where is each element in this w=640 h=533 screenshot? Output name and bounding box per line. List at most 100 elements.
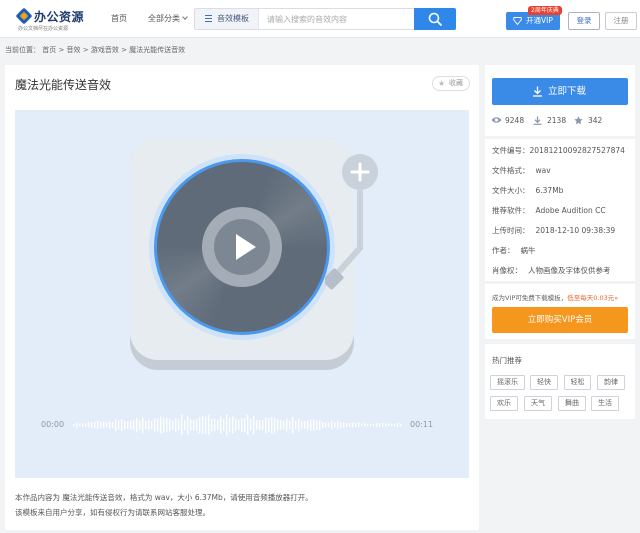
- search-button[interactable]: [414, 8, 456, 30]
- waveform-bar: [256, 420, 258, 430]
- waveform-bar: [100, 422, 102, 428]
- info-value: 2018-12-10 09:38:39: [535, 226, 616, 235]
- search-input[interactable]: [261, 9, 411, 29]
- login-button[interactable]: 登录: [568, 12, 600, 30]
- waveform-bar: [229, 417, 231, 433]
- waveform-bar: [367, 423, 369, 427]
- favorite-label: 收藏: [449, 79, 463, 87]
- vip-price-link[interactable]: 低至每天0.03元»: [567, 294, 618, 302]
- waveform-bar: [112, 422, 114, 428]
- waveform-bar: [190, 419, 192, 431]
- site-header: 办公资源 办公文档尽在办公资源 首页 全部分类 音效模板 开通VIP 2周年庆典…: [0, 0, 640, 38]
- star-icon: [574, 116, 583, 125]
- info-value: 人物画像及字体仅供参考: [528, 266, 611, 275]
- waveform-bar: [346, 423, 348, 427]
- waveform-bar: [325, 422, 327, 428]
- waveform-bar: [349, 423, 351, 427]
- waveform-bar: [163, 417, 165, 433]
- tag-link[interactable]: 生活: [591, 396, 619, 411]
- waveform-bar: [148, 419, 150, 431]
- waveform-bar: [208, 415, 210, 435]
- tag-link[interactable]: 欢乐: [490, 396, 518, 411]
- waveform-bar: [331, 420, 333, 430]
- waveform-bar: [361, 423, 363, 427]
- waveform-bar: [358, 422, 360, 428]
- waveform-bar: [127, 421, 129, 429]
- download-button[interactable]: 立即下载: [492, 78, 628, 105]
- play-icon[interactable]: [236, 234, 256, 260]
- download-card: 立即下载 9248 2138 342: [485, 65, 635, 136]
- hot-recommend-title: 热门推荐: [492, 356, 522, 365]
- waveform-bar: [76, 422, 78, 428]
- waveform-bar: [220, 416, 222, 434]
- search-icon: [428, 12, 442, 26]
- waveform-bar: [121, 419, 123, 431]
- star-icon: ★: [438, 79, 446, 88]
- star-count: 342: [574, 116, 603, 125]
- view-count-value: 9248: [505, 116, 525, 125]
- favorite-button[interactable]: ★ 收藏: [432, 76, 470, 91]
- download-count-value: 2138: [547, 116, 567, 125]
- waveform-bar: [103, 421, 105, 429]
- waveform-bar: [211, 418, 213, 432]
- tag-link[interactable]: 轻快: [530, 375, 558, 390]
- waveform-bar: [145, 421, 147, 429]
- waveform-bar: [154, 418, 156, 432]
- waveform-bar: [322, 422, 324, 428]
- open-vip-label: 开通VIP: [526, 16, 553, 25]
- nav-category-menu[interactable]: 全部分类: [148, 13, 188, 24]
- waveform-bar: [391, 423, 393, 427]
- tag-link[interactable]: 韵律: [597, 375, 625, 390]
- nav-home-link[interactable]: 首页: [111, 13, 127, 24]
- waveform-bar: [385, 423, 387, 427]
- waveform-bar: [250, 419, 252, 431]
- waveform-bar: [292, 416, 294, 434]
- info-row-author: 作者： 蜗牛: [492, 245, 536, 256]
- logo-subtitle: 办公文档尽在办公资源: [18, 26, 69, 32]
- tag-link[interactable]: 天气: [524, 396, 552, 411]
- waveform-bar: [160, 416, 162, 434]
- time-total: 00:11: [410, 420, 434, 429]
- waveform-bar: [85, 423, 87, 427]
- tag-link[interactable]: 轻松: [564, 375, 591, 390]
- site-logo[interactable]: 办公资源 办公文档尽在办公资源: [15, 7, 88, 34]
- waveform-bar: [214, 418, 216, 432]
- waveform-bar: [133, 420, 135, 430]
- waveform-bar: [196, 418, 198, 432]
- waveform-bar: [124, 420, 126, 430]
- waveform-bar: [298, 418, 300, 432]
- waveform[interactable]: [73, 410, 405, 440]
- waveform-bar: [106, 422, 108, 428]
- waveform-bar: [373, 423, 375, 427]
- waveform-bar: [304, 421, 306, 429]
- info-row-id: 文件编号：20181210092827527874: [492, 145, 625, 156]
- info-key: 推荐软件：: [492, 206, 530, 215]
- resource-panel: 魔法光能传送音效 ★ 收藏 00:00 00:11 本作品内容为 魔法光能传送音…: [5, 65, 479, 530]
- search-type-label: 音效模板: [217, 14, 249, 23]
- waveform-bar: [310, 419, 312, 431]
- tag-link[interactable]: 摇滚乐: [490, 375, 525, 390]
- audio-player: 00:00 00:11: [15, 110, 469, 478]
- tag-link[interactable]: 舞曲: [558, 396, 586, 411]
- info-key: 上传时间：: [492, 226, 530, 235]
- info-value: Adobe Audition CC: [535, 206, 606, 215]
- waveform-bar: [139, 420, 141, 430]
- info-key: 作者：: [492, 246, 515, 255]
- waveform-bar: [379, 423, 381, 427]
- star-count-value: 342: [588, 116, 603, 125]
- description-line-2: 该模板来自用户分享，如有侵权行为请联系网站客服处理。: [15, 508, 210, 517]
- waveform-bar: [169, 418, 171, 432]
- buy-vip-button[interactable]: 立即购买VIP会员: [492, 307, 628, 333]
- download-button-label: 立即下载: [547, 86, 586, 97]
- search-type-select[interactable]: 音效模板: [195, 9, 259, 29]
- register-button[interactable]: 注册: [605, 12, 637, 30]
- page-title: 魔法光能传送音效: [15, 78, 112, 92]
- waveform-bar: [142, 417, 144, 433]
- breadcrumb[interactable]: 当前位置： 首页 > 音效 > 游戏音效 > 魔法光能传送音效: [5, 45, 185, 55]
- waveform-bar: [265, 416, 267, 434]
- waveform-bar: [382, 423, 384, 427]
- waveform-bar: [274, 417, 276, 433]
- vip-promo-card: 成为VIP可免费下载模板，低至每天0.03元» 立即购买VIP会员: [485, 284, 635, 339]
- waveform-bar: [241, 417, 243, 433]
- waveform-bar: [388, 423, 390, 427]
